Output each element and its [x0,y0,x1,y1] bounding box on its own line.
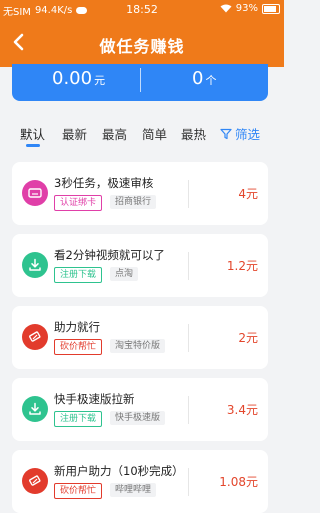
platform-tag: 哔哩哔哩 [110,483,157,497]
sort-tabs: 默认 最新 最高 简单 最热 筛选 [0,120,284,150]
tab-simple[interactable]: 简单 [142,124,167,143]
task-type-tag: 认证绑卡 [54,195,103,211]
count-value: 0 [192,68,204,89]
reward-amount: 2元 [238,331,258,345]
platform-tag: 快手极速版 [110,411,166,425]
task-title: 助力就行 [54,320,100,334]
tab-label: 最新 [62,127,88,142]
count-unit: 个 [205,74,217,87]
tab-highest[interactable]: 最高 [102,124,127,143]
tab-label: 最热 [181,127,207,142]
active-tab-indicator [26,144,40,147]
filter-label: 筛选 [235,127,261,142]
task-card[interactable]: 助力就行 砍价帮忙 淘宝特价版 2元 [12,306,268,369]
tab-label: 默认 [20,127,46,142]
reward-amount: 1.08元 [219,475,258,489]
task-title: 新用户助力（10秒完成） [54,464,184,478]
battery-percent: 93% [235,3,258,14]
task-card[interactable]: 看2分钟视频就可以了 注册下载 点淘 1.2元 [12,234,268,297]
reward-amount: 3.4元 [226,403,258,417]
task-title: 3秒任务，极速审核 [54,176,154,190]
task-count: 0个 [192,68,216,89]
page-title: 做任务赚钱 [99,37,185,56]
task-type-tag: 注册下载 [54,411,103,427]
task-card[interactable]: 快手极速版拉新 注册下载 快手极速版 3.4元 [12,378,268,441]
tab-label: 简单 [142,127,168,142]
card-divider [188,324,189,352]
reward-amount: 4元 [238,187,258,201]
platform-tag: 淘宝特价版 [110,339,166,353]
summary-divider [140,68,141,92]
task-title: 快手极速版拉新 [54,392,135,406]
earned-unit: 元 [94,74,106,87]
tab-default[interactable]: 默认 [20,124,46,147]
status-right: 93% [220,3,280,14]
card-icon [22,180,48,206]
filter-icon [220,128,232,139]
task-card[interactable]: 3秒任务，极速审核 认证绑卡 招商银行 4元 [12,162,268,225]
download-icon [22,396,48,422]
download-icon [22,252,48,278]
tab-hottest[interactable]: 最热 [181,124,206,143]
task-type-tag: 砍价帮忙 [54,339,103,355]
battery-icon [262,3,280,14]
earned-amount: 0.00 元 [52,68,105,89]
wifi-icon [220,4,232,13]
task-type-tag: 砍价帮忙 [54,483,103,499]
card-divider [188,396,189,424]
cut-icon [22,468,48,494]
task-title: 看2分钟视频就可以了 [54,248,165,262]
app-bar: 做任务赚钱 [0,19,284,67]
card-divider [188,468,189,496]
card-divider [188,180,189,208]
card-divider [188,252,189,280]
tab-newest[interactable]: 最新 [62,124,87,143]
status-bar: 无SIM 94.4K/s 18:52 93% [0,0,284,19]
summary-panel: 0.00 元 0个 [12,64,268,101]
tab-label: 最高 [102,127,128,142]
filter-button[interactable]: 筛选 [220,124,260,143]
reward-amount: 1.2元 [226,259,258,273]
task-type-tag: 注册下载 [54,267,103,283]
task-card[interactable]: 新用户助力（10秒完成） 砍价帮忙 哔哩哔哩 1.08元 [12,450,268,513]
cut-icon [22,324,48,350]
platform-tag: 点淘 [110,267,139,281]
platform-tag: 招商银行 [110,195,157,209]
earned-value: 0.00 [52,68,93,89]
